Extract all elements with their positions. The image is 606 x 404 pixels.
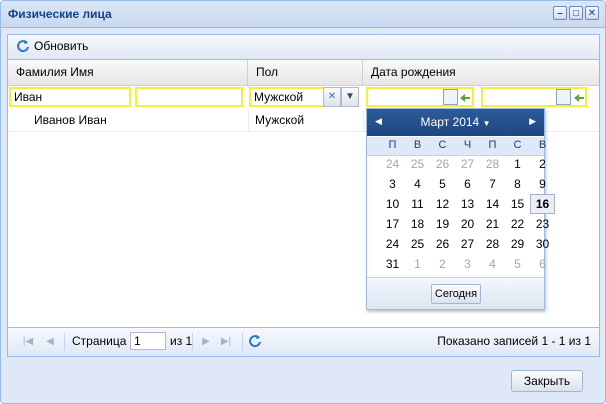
calendar-icon[interactable] (556, 89, 571, 105)
weekday-label: С (513, 139, 522, 151)
date-to-filter[interactable] (481, 87, 587, 107)
cell-name: Иванов Иван (34, 113, 107, 127)
column-header-name[interactable]: Фамилия Имя (8, 60, 248, 85)
separator (242, 333, 243, 351)
calendar-day[interactable]: 18 (405, 214, 430, 234)
calendar-day[interactable]: 4 (405, 174, 430, 194)
filter-row: Иван Мужской ✕ ▼ (8, 86, 599, 110)
calendar-day[interactable]: 1 (505, 154, 530, 174)
first-page-icon[interactable]: |◀ (22, 336, 34, 348)
weekday-label: В (413, 139, 422, 151)
calendar-day[interactable]: 8 (505, 174, 530, 194)
calendar-day[interactable]: 31 (380, 254, 405, 274)
weekday-label: С (438, 139, 447, 151)
cell-gender: Мужской (248, 111, 363, 131)
maximize-icon[interactable]: □ (569, 6, 583, 20)
window-controls: – □ ✕ (553, 6, 599, 20)
name-filter-input[interactable] (135, 87, 243, 107)
calendar-day[interactable]: 10 (380, 194, 405, 214)
calendar-day[interactable]: 27 (455, 154, 480, 174)
weekday-label: В (538, 139, 547, 151)
calendar-day[interactable]: 22 (505, 214, 530, 234)
month-year-selector[interactable]: Март 2014 ▼ (367, 115, 544, 129)
calendar-day[interactable]: 13 (455, 194, 480, 214)
separator (64, 333, 65, 351)
calendar-icon[interactable] (443, 89, 458, 105)
window-title: Физические лица (8, 7, 112, 21)
calendar-day[interactable]: 4 (480, 254, 505, 274)
next-page-icon[interactable]: ▶ (200, 336, 212, 348)
calendar-day[interactable]: 6 (530, 254, 555, 274)
weekday-label: Ч (463, 139, 472, 151)
calendar-day[interactable]: 3 (455, 254, 480, 274)
calendar-day[interactable]: 24 (380, 234, 405, 254)
calendar-day[interactable]: 2 (430, 254, 455, 274)
calendar-day[interactable]: 26 (430, 154, 455, 174)
refresh-label: Обновить (34, 39, 89, 53)
calendar-day[interactable]: 19 (430, 214, 455, 234)
calendar-day[interactable]: 23 (530, 214, 555, 234)
minimize-icon[interactable]: – (553, 6, 567, 20)
calendar-day[interactable]: 6 (455, 174, 480, 194)
date-picker-header: ◀ Март 2014 ▼ ▶ (367, 109, 544, 136)
chevron-down-icon: ▼ (482, 119, 491, 128)
calendar-day[interactable]: 28 (480, 154, 505, 174)
calendar-day[interactable]: 29 (505, 234, 530, 254)
records-summary: Показано записей 1 - 1 из 1 (437, 334, 591, 348)
calendar-day[interactable]: 30 (530, 234, 555, 254)
calendar-day[interactable]: 26 (430, 234, 455, 254)
calendar-day[interactable]: 24 (380, 154, 405, 174)
column-header-gender[interactable]: Пол (248, 60, 363, 85)
calendar-day[interactable]: 17 (380, 214, 405, 234)
calendar-day[interactable]: 11 (405, 194, 430, 214)
column-header-birthdate[interactable]: Дата рождения (363, 60, 599, 85)
separator (192, 333, 193, 351)
title-bar[interactable]: Физические лица – □ ✕ (1, 1, 605, 28)
date-picker: ◀ Март 2014 ▼ ▶ ПВСЧПСВ 24 25 26 27 28 1 2 3 4 5 6… (366, 108, 555, 310)
calendar-day[interactable]: 12 (430, 194, 455, 214)
calendar-day[interactable]: 7 (480, 174, 505, 194)
today-button[interactable]: Сегодня (431, 284, 481, 304)
calendar-day[interactable]: 5 (505, 254, 530, 274)
calendar-day[interactable]: 28 (480, 234, 505, 254)
next-month-icon[interactable]: ▶ (529, 116, 536, 127)
calendar-day[interactable]: 3 (380, 174, 405, 194)
refresh-icon (17, 40, 29, 53)
calendar-day[interactable]: 14 (480, 194, 505, 214)
close-icon[interactable]: ✕ (585, 6, 599, 20)
clear-icon[interactable]: ✕ (323, 87, 341, 107)
chevron-down-icon[interactable]: ▼ (341, 87, 359, 107)
refresh-icon[interactable] (248, 334, 262, 348)
date-picker-footer: Сегодня (367, 277, 544, 309)
page-count-label: из 1 (170, 334, 193, 348)
toolbar: Обновить (8, 35, 599, 60)
apply-filter-icon[interactable] (573, 92, 585, 104)
prev-page-icon[interactable]: ◀ (44, 336, 56, 348)
calendar-day[interactable]: 5 (430, 174, 455, 194)
close-button[interactable]: Закрыть (511, 370, 583, 392)
surname-filter-input[interactable]: Иван (9, 87, 131, 107)
refresh-button[interactable]: Обновить (16, 39, 88, 53)
page-number-input[interactable]: 1 (130, 332, 166, 350)
calendar-day[interactable]: 1 (405, 254, 430, 274)
page-label: Страница (72, 334, 127, 348)
last-page-icon[interactable]: ▶| (220, 336, 232, 348)
dialog-window: Физические лица – □ ✕ Обновить Фамилия И… (0, 0, 606, 404)
calendar-day[interactable]: 25 (405, 154, 430, 174)
calendar-day[interactable]: 27 (455, 234, 480, 254)
calendar-day[interactable]: 21 (480, 214, 505, 234)
calendar-day[interactable]: 16 (530, 194, 555, 214)
apply-filter-icon[interactable] (459, 92, 471, 104)
paging-toolbar: |◀ ◀ Страница 1 из 1 ▶ ▶| Показано запис… (8, 327, 599, 356)
month-year-label: Март 2014 (420, 115, 480, 129)
calendar-day[interactable]: 9 (530, 174, 555, 194)
weekday-label: П (388, 139, 397, 151)
calendar-day[interactable]: 2 (530, 154, 555, 174)
calendar-day[interactable]: 20 (455, 214, 480, 234)
calendar-day[interactable]: 25 (405, 234, 430, 254)
grid-header: Фамилия Имя Пол Дата рождения (8, 60, 599, 86)
weekday-label: П (488, 139, 497, 151)
calendar-day[interactable]: 15 (505, 194, 530, 214)
